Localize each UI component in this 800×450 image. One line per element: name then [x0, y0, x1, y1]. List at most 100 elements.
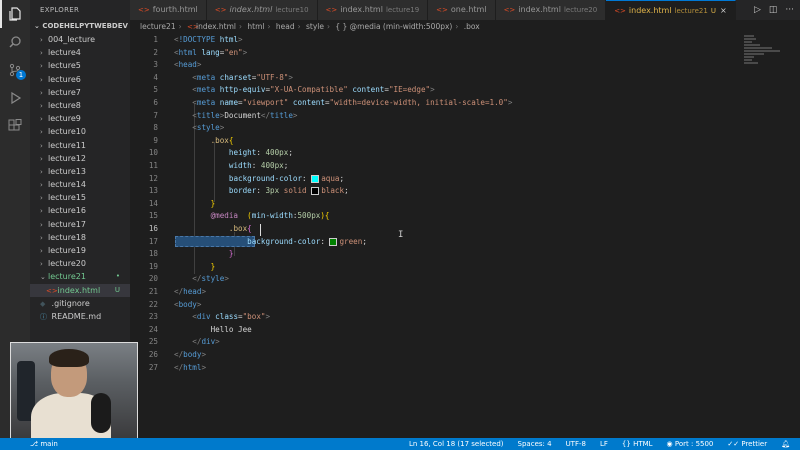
- tab-label: index.html: [340, 5, 383, 14]
- breadcrumb-item[interactable]: style: [306, 22, 324, 31]
- html-file-icon: <>: [614, 7, 626, 15]
- tab-label: index.html: [229, 5, 273, 14]
- color-swatch[interactable]: [329, 237, 338, 246]
- encoding-status[interactable]: UTF-8: [566, 440, 586, 448]
- folder-item[interactable]: › lecture11: [30, 139, 130, 152]
- breadcrumb-item[interactable]: index.html: [196, 22, 236, 31]
- source-control-icon[interactable]: 1: [0, 56, 30, 84]
- file-item-selected[interactable]: <> index.html U: [30, 283, 130, 297]
- notifications-bell-icon[interactable]: 🔔︎: [781, 440, 790, 448]
- folder-label: lecture16: [48, 206, 86, 216]
- minimap-line: [744, 44, 760, 46]
- folder-item[interactable]: › lecture18: [30, 231, 130, 244]
- code-line: 4 <meta charset="UTF-8">: [130, 72, 730, 85]
- folder-label: lecture8: [48, 100, 81, 110]
- tab-index-lecture10[interactable]: <> index.html lecture10: [206, 0, 318, 20]
- extensions-icon[interactable]: [0, 112, 30, 140]
- prettier-status[interactable]: ✓✓ Prettier: [727, 440, 767, 448]
- code-line: 6 <meta name="viewport" content="width=d…: [130, 97, 730, 110]
- folder-item[interactable]: › lecture8: [30, 99, 130, 112]
- code-line: 27 </html>: [130, 362, 730, 375]
- folder-label: lecture7: [48, 87, 81, 97]
- folder-label: lecture5: [48, 61, 81, 71]
- eol-status[interactable]: LF: [600, 440, 608, 448]
- folder-item[interactable]: › lecture9: [30, 112, 130, 125]
- code-editor[interactable]: 1 <!DOCTYPE html> 2 <html lang="en"> 3 <hea…: [130, 34, 740, 438]
- folder-item[interactable]: › lecture13: [30, 165, 130, 178]
- folder-item[interactable]: › lecture20: [30, 257, 130, 270]
- folder-item[interactable]: › lecture16: [30, 204, 130, 217]
- folder-status: •: [115, 272, 120, 281]
- folder-item-open[interactable]: ⌄ lecture21 •: [30, 270, 130, 283]
- run-icon[interactable]: ▷: [754, 5, 761, 15]
- folder-label: lecture17: [48, 219, 86, 229]
- folder-item[interactable]: › lecture17: [30, 218, 130, 231]
- run-debug-icon[interactable]: [0, 84, 30, 112]
- code-line: 11 width: 400px;: [130, 160, 730, 173]
- color-swatch[interactable]: [311, 174, 320, 183]
- folder-label: lecture11: [48, 140, 86, 150]
- code-line: 8 <style>: [130, 122, 730, 135]
- folder-item[interactable]: › lecture10: [30, 125, 130, 138]
- line-number: 5: [153, 85, 158, 95]
- language-status[interactable]: {} HTML: [622, 440, 653, 448]
- breadcrumb-item[interactable]: .box: [464, 22, 480, 31]
- more-icon[interactable]: ···: [785, 5, 794, 15]
- editor-tabs: <> fourth.html <> index.html lecture10 <> in…: [130, 0, 800, 20]
- line-number: 4: [153, 72, 158, 82]
- source-control-badge: 1: [16, 70, 26, 80]
- folder-item[interactable]: › lecture19: [30, 244, 130, 257]
- minimap[interactable]: [740, 34, 800, 438]
- html-file-icon: <>: [325, 6, 338, 14]
- tab-label: fourth.html: [152, 5, 198, 14]
- explorer-icon[interactable]: [0, 0, 30, 28]
- folder-item[interactable]: › lecture6: [30, 73, 130, 86]
- breadcrumb-item[interactable]: head: [276, 22, 295, 31]
- folder-item[interactable]: › lecture5: [30, 59, 130, 72]
- folder-item[interactable]: › lecture15: [30, 191, 130, 204]
- line-number: 10: [148, 148, 158, 158]
- minimap-line: [744, 50, 780, 52]
- split-editor-icon[interactable]: ◫: [769, 5, 778, 15]
- code-line: 12 background-color: aqua;: [130, 173, 730, 186]
- language-label: HTML: [633, 440, 653, 448]
- color-swatch[interactable]: [311, 187, 320, 196]
- cursor-position[interactable]: Ln 16, Col 18 (17 selected): [409, 440, 504, 448]
- file-item-readme[interactable]: ⓘ README.md: [30, 310, 130, 323]
- tab-index-lecture19[interactable]: <> index.html lecture19: [317, 0, 429, 20]
- chevron-right-icon: ›: [238, 22, 242, 31]
- workspace-root[interactable]: ⌄ CODEHELPYTWEBDEV: [30, 20, 130, 33]
- file-status: U: [114, 285, 120, 294]
- line-number: 8: [153, 123, 158, 133]
- tab-index-lecture20[interactable]: <> index.html lecture20: [495, 0, 607, 20]
- folder-item[interactable]: › lecture4: [30, 46, 130, 59]
- breadcrumb-item[interactable]: { } @media (min-width:500px): [335, 22, 452, 31]
- folder-item[interactable]: › lecture12: [30, 152, 130, 165]
- code-line: 23 <div class="box">: [130, 311, 730, 324]
- code-line: 17 background-color: green;: [130, 236, 730, 249]
- indentation-status[interactable]: Spaces: 4: [518, 440, 552, 448]
- chevron-right-icon: ›: [297, 22, 301, 31]
- folder-label: lecture20: [48, 259, 86, 269]
- tab-fourth-html[interactable]: <> fourth.html: [130, 0, 207, 20]
- breadcrumb-item[interactable]: lecture21: [140, 22, 176, 31]
- live-server-status[interactable]: ◉ Port : 5500: [667, 440, 714, 448]
- folder-item[interactable]: › lecture7: [30, 86, 130, 99]
- line-number: 9: [153, 135, 158, 145]
- minimap-line: [744, 56, 754, 58]
- file-item-gitignore[interactable]: ◆ .gitignore: [30, 297, 130, 310]
- folder-item[interactable]: › 004_lecture: [30, 33, 130, 46]
- line-number: 23: [148, 312, 158, 322]
- tab-one-html[interactable]: <> one.html: [428, 0, 496, 20]
- breadcrumb-item[interactable]: html: [247, 22, 264, 31]
- close-icon[interactable]: ×: [720, 6, 727, 15]
- code-line-current: 16 .box{: [130, 223, 730, 236]
- text-cursor: [260, 224, 261, 236]
- broadcast-icon: ◉: [666, 440, 673, 448]
- folder-item[interactable]: › lecture14: [30, 178, 130, 191]
- minimap-line: [744, 41, 752, 43]
- line-number: 27: [148, 362, 158, 372]
- tab-index-lecture21[interactable]: <> index.html lecture21 U ×: [606, 0, 736, 20]
- branch-status[interactable]: ⎇ main: [30, 440, 58, 448]
- search-icon[interactable]: [0, 28, 30, 56]
